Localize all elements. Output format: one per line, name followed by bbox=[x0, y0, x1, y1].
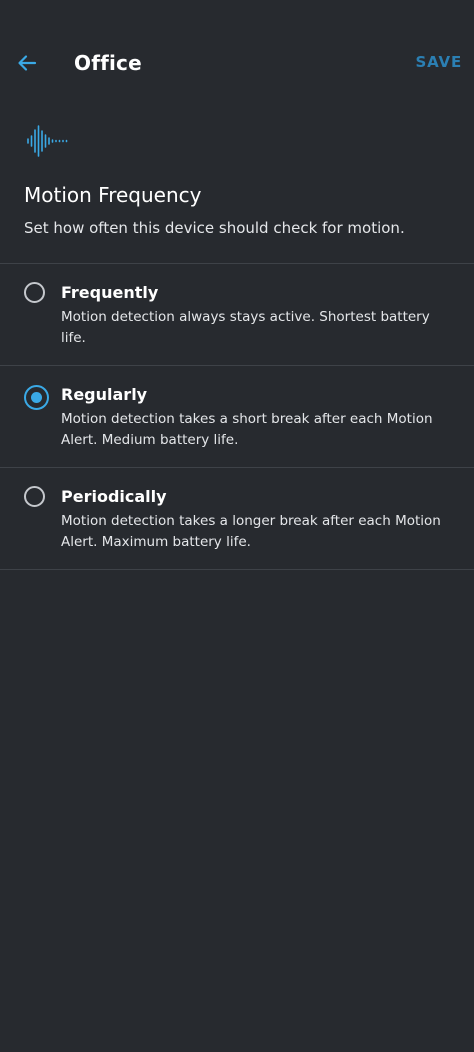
radio-selected-dot bbox=[31, 392, 42, 403]
option-description-line: Alert. Maximum battery life. bbox=[61, 534, 251, 550]
radio-regularly[interactable] bbox=[24, 385, 49, 410]
divider bbox=[0, 569, 474, 570]
header: Office SAVE bbox=[0, 0, 474, 124]
option-label: Periodically bbox=[61, 487, 167, 506]
option-description-line: Motion detection always stays active. Sh… bbox=[61, 309, 430, 325]
motion-frequency-screen: Office SAVE Motion Frequency Set how oft… bbox=[0, 0, 474, 1052]
option-label: Frequently bbox=[61, 283, 159, 302]
option-frequently[interactable]: Frequently Motion detection always stays… bbox=[0, 264, 474, 365]
back-button[interactable] bbox=[12, 48, 42, 78]
frequency-options: Frequently Motion detection always stays… bbox=[0, 263, 474, 570]
section-description: Set how often this device should check f… bbox=[24, 219, 405, 237]
option-description-line: Alert. Medium battery life. bbox=[61, 432, 239, 448]
option-description-line: Motion detection takes a longer break af… bbox=[61, 513, 441, 529]
option-regularly[interactable]: Regularly Motion detection takes a short… bbox=[0, 366, 474, 467]
motion-waveform-icon bbox=[27, 125, 68, 157]
arrow-left-icon bbox=[18, 55, 37, 71]
option-description: Motion detection takes a short break aft… bbox=[61, 409, 451, 451]
option-description: Motion detection always stays active. Sh… bbox=[61, 307, 451, 349]
section-title: Motion Frequency bbox=[24, 183, 202, 207]
option-description: Motion detection takes a longer break af… bbox=[61, 511, 451, 553]
page-title: Office bbox=[74, 51, 142, 75]
radio-frequently[interactable] bbox=[24, 282, 45, 303]
option-label: Regularly bbox=[61, 385, 148, 404]
radio-periodically[interactable] bbox=[24, 486, 45, 507]
option-description-line: Motion detection takes a short break aft… bbox=[61, 411, 433, 427]
option-periodically[interactable]: Periodically Motion detection takes a lo… bbox=[0, 468, 474, 569]
option-description-line: life. bbox=[61, 330, 86, 346]
save-button[interactable]: SAVE bbox=[416, 51, 462, 73]
